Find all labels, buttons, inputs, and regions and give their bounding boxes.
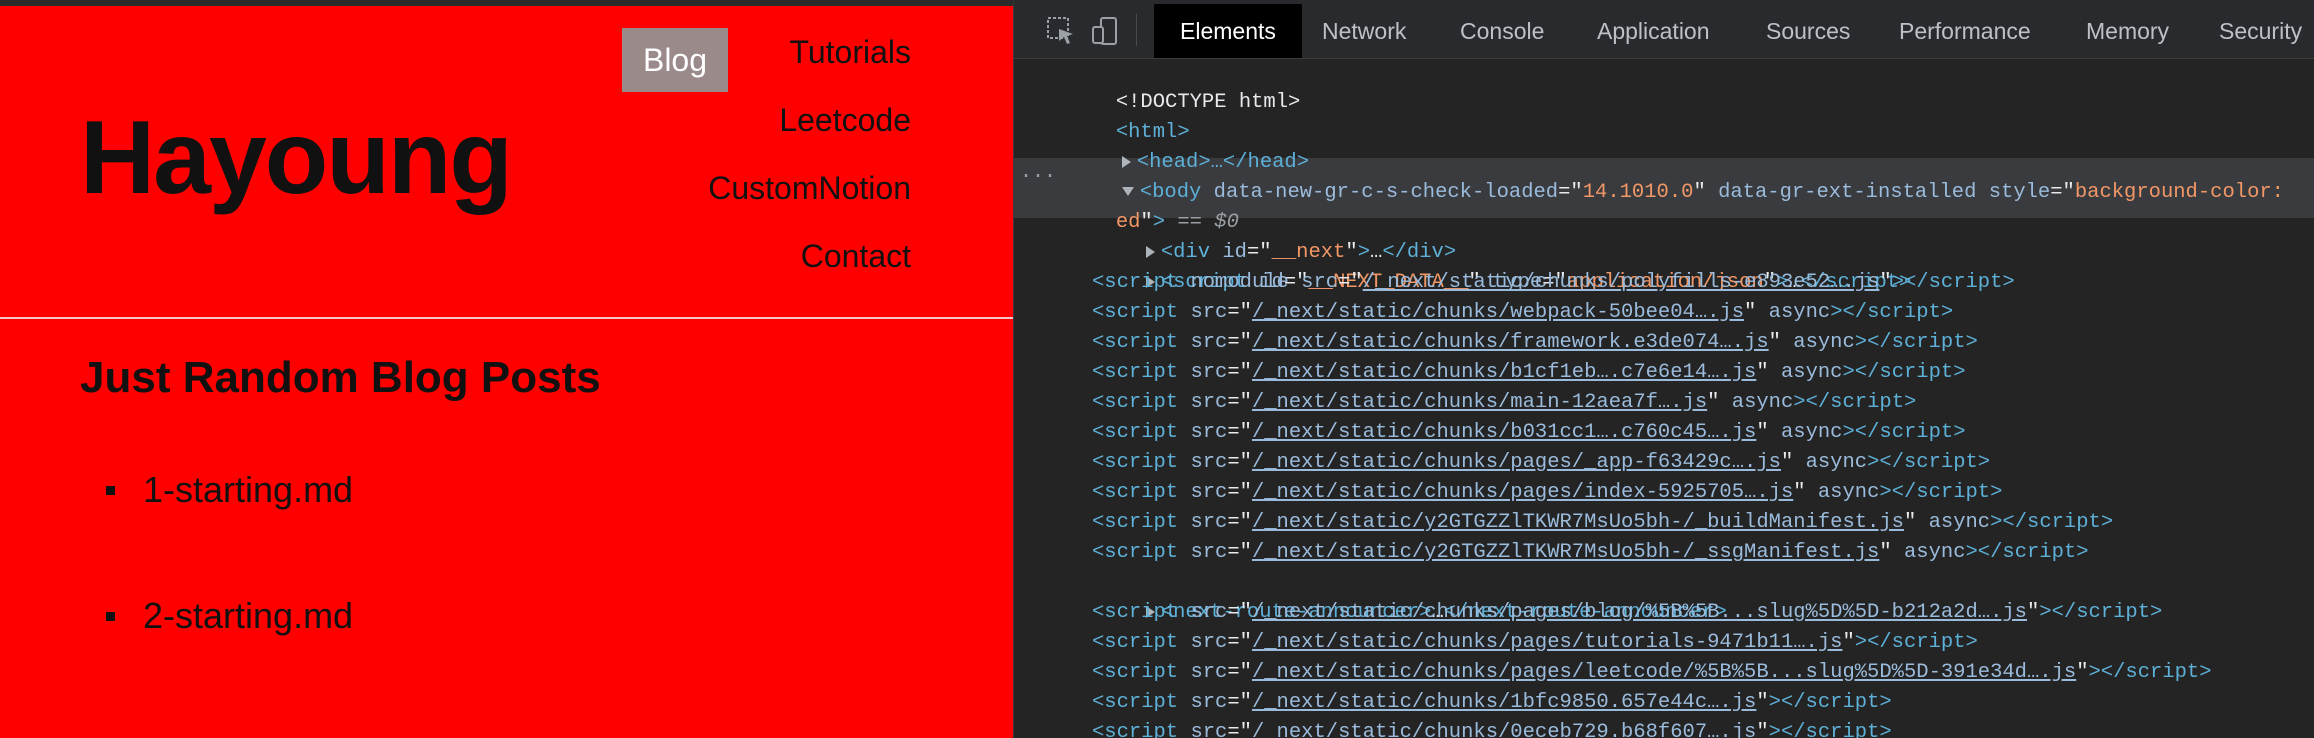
attr-name: data-gr-ext-installed bbox=[1718, 181, 1977, 204]
dom-script-line[interactable]: <script src="/_next/static/chunks/1bfc98… bbox=[1092, 688, 1892, 718]
dom-script-line[interactable]: <script src="/_next/static/chunks/pages/… bbox=[1092, 478, 2002, 508]
dom-script-line[interactable]: <script src="/_next/static/chunks/0eceb7… bbox=[1092, 718, 1892, 738]
script-src-link[interactable]: /_next/static/y2GTGZZlTKWR7MsUo5bh-/_bui… bbox=[1252, 511, 1904, 534]
header-divider bbox=[0, 317, 1013, 319]
attr-name: data-new-gr-c-s-check-loaded bbox=[1213, 181, 1559, 204]
devtools-tab-bar: Elements Network Console Application Sou… bbox=[1014, 0, 2314, 59]
dom-script-line[interactable]: <script src="/_next/static/y2GTGZZlTKWR7… bbox=[1092, 508, 2113, 538]
script-src-link[interactable]: /_next/static/chunks/b1cf1eb….c7e6e14….j… bbox=[1252, 361, 1756, 384]
dom-script-line[interactable]: <script src="/_next/static/chunks/pages/… bbox=[1092, 448, 1990, 478]
tab-console[interactable]: Console bbox=[1460, 4, 1544, 58]
dom-script-line[interactable]: <script src="/_next/static/chunks/b031cc… bbox=[1092, 418, 1966, 448]
device-toolbar-icon[interactable] bbox=[1090, 16, 1120, 46]
dom-script-line[interactable]: <script nomodule src="/_next/static/chun… bbox=[1092, 268, 2015, 298]
dom-script-line[interactable]: <script src="/_next/static/chunks/main-1… bbox=[1092, 388, 1916, 418]
dom-script-line[interactable]: <script src="/_next/static/chunks/pages/… bbox=[1092, 598, 2162, 628]
script-src-link[interactable]: /_next/static/chunks/1bfc9850.657e44c….j… bbox=[1252, 691, 1756, 714]
script-src-link[interactable]: /_next/static/chunks/pages/index-5925705… bbox=[1252, 481, 1793, 504]
dom-script-line[interactable]: <script src="/_next/static/y2GTGZZlTKWR7… bbox=[1092, 538, 2089, 568]
tab-network[interactable]: Network bbox=[1322, 4, 1406, 58]
nav-link-blog[interactable]: Blog bbox=[622, 28, 728, 92]
attr-name: style bbox=[1988, 181, 2051, 204]
web-page: Hayoung Blog Tutorials Leetcode CustomNo… bbox=[0, 6, 1013, 738]
bullet-icon bbox=[106, 611, 115, 621]
nav-link-leetcode[interactable]: Leetcode bbox=[779, 104, 911, 136]
dom-next-div[interactable]: <div id="__next">…</div> bbox=[1072, 208, 1456, 264]
script-src-link[interactable]: /_next/static/chunks/pages/blog/%5B%5B..… bbox=[1252, 601, 2027, 624]
nav-link-tutorials[interactable]: Tutorials bbox=[789, 36, 911, 68]
dom-body-line1[interactable]: <body data-new-gr-c-s-check-loaded="14.1… bbox=[1048, 148, 2284, 204]
tab-security[interactable]: Security bbox=[2219, 4, 2302, 58]
bullet-icon bbox=[106, 485, 115, 495]
script-src-link[interactable]: /_next/static/y2GTGZZlTKWR7MsUo5bh-/_ssg… bbox=[1252, 541, 1879, 564]
toolbar-separator bbox=[1136, 14, 1137, 46]
script-src-link[interactable]: /_next/static/chunks/framework.e3de074….… bbox=[1252, 331, 1769, 354]
attr-value: 14.1010.0 bbox=[1582, 181, 1694, 204]
script-src-link[interactable]: /_next/static/chunks/polyfills-e893e52….… bbox=[1363, 271, 1880, 294]
dom-script-line[interactable]: <script src="/_next/static/chunks/pages/… bbox=[1092, 628, 1978, 658]
inspect-element-icon[interactable] bbox=[1046, 16, 1076, 46]
list-item[interactable]: 1-starting.md bbox=[106, 472, 353, 508]
dom-next-data-script[interactable]: <script id="__NEXT_DATA__" type="applica… bbox=[1072, 238, 1911, 294]
dom-body-line2[interactable]: ed"> == $0 bbox=[1042, 178, 1239, 234]
nav-link-contact[interactable]: Contact bbox=[801, 240, 911, 272]
script-src-link[interactable]: /_next/static/chunks/webpack-50bee04….js bbox=[1252, 301, 1744, 324]
script-src-link[interactable]: /_next/static/chunks/pages/tutorials-947… bbox=[1252, 631, 1843, 654]
post-link[interactable]: 1-starting.md bbox=[143, 472, 353, 508]
list-item[interactable]: 2-starting.md bbox=[106, 598, 353, 634]
tab-elements[interactable]: Elements bbox=[1154, 4, 1302, 58]
dom-script-line[interactable]: <script src="/_next/static/chunks/webpac… bbox=[1092, 298, 1953, 328]
script-src-link[interactable]: /_next/static/chunks/main-12aea7f….js bbox=[1252, 391, 1707, 414]
tab-memory[interactable]: Memory bbox=[2086, 4, 2169, 58]
script-src-link[interactable]: /_next/static/chunks/pages/_app-f63429c…… bbox=[1252, 451, 1781, 474]
tab-application[interactable]: Application bbox=[1597, 4, 1710, 58]
posts-heading: Just Random Blog Posts bbox=[80, 353, 601, 402]
dom-script-line[interactable]: <script src="/_next/static/chunks/pages/… bbox=[1092, 658, 2212, 688]
dom-html[interactable]: <html> bbox=[1042, 88, 1190, 144]
dom-route-announcer[interactable]: <next-route-announcer>…</next-route-anno… bbox=[1072, 568, 1727, 624]
script-src-link[interactable]: /_next/static/chunks/pages/leetcode/%5B%… bbox=[1252, 661, 2076, 684]
dom-script-line[interactable]: <script src="/_next/static/chunks/b1cf1e… bbox=[1092, 358, 1966, 388]
post-link[interactable]: 2-starting.md bbox=[143, 598, 353, 634]
nav-link-customnotion[interactable]: CustomNotion bbox=[708, 172, 911, 204]
dom-script-line[interactable]: <script src="/_next/static/chunks/framew… bbox=[1092, 328, 1978, 358]
tab-performance[interactable]: Performance bbox=[1899, 4, 2031, 58]
dom-doctype[interactable]: <!DOCTYPE html> bbox=[1042, 60, 1301, 114]
devtools-panel: Elements Network Console Application Sou… bbox=[1013, 0, 2314, 738]
tab-sources[interactable]: Sources bbox=[1766, 4, 1850, 58]
script-src-link[interactable]: /_next/static/chunks/b031cc1….c760c45….j… bbox=[1252, 421, 1756, 444]
site-title[interactable]: Hayoung bbox=[80, 106, 513, 210]
dom-head[interactable]: <head>…</head> bbox=[1048, 118, 1309, 174]
dom-tree[interactable]: ··· <!DOCTYPE html> <html> <head>…</head… bbox=[1014, 60, 2314, 738]
attr-value: background-color: bbox=[2074, 181, 2284, 204]
script-src-link[interactable]: /_next/static/chunks/0eceb729.b68f607….j… bbox=[1252, 721, 1756, 738]
